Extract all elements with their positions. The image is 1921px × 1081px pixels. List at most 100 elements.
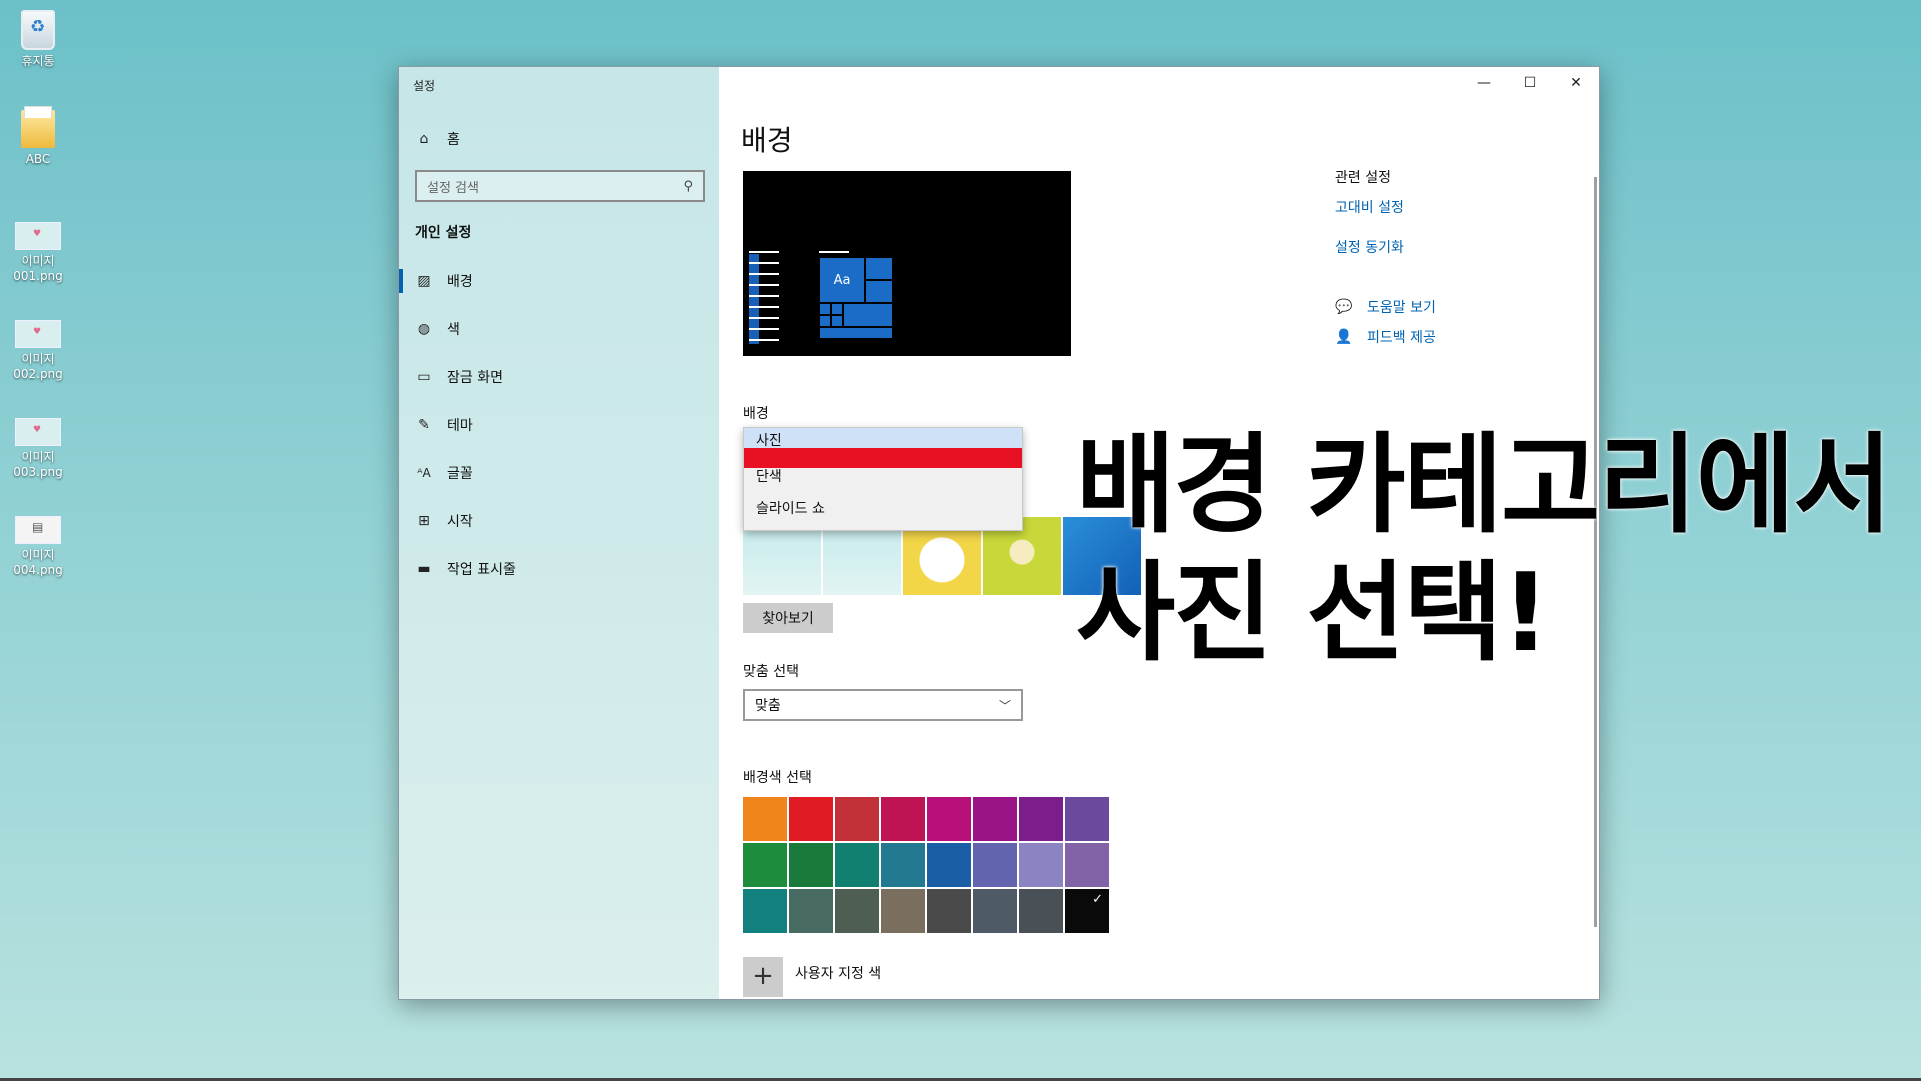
sidebar-item-label: 시작 (447, 514, 473, 530)
custom-color-button[interactable]: + 사용자 지정 색 (743, 957, 881, 997)
folder-icon (21, 106, 55, 148)
feedback-icon: 👤 (1335, 329, 1353, 345)
image-file-icon (15, 418, 61, 446)
desktop-icon-abc-folder[interactable]: ABC (0, 106, 76, 167)
color-swatch[interactable] (835, 797, 879, 841)
sync-settings-link[interactable]: 설정 동기화 (1335, 237, 1575, 257)
background-type-dropdown-menu[interactable]: 사진 단색 슬라이드 쇼 (743, 427, 1023, 531)
color-swatch[interactable] (835, 889, 879, 933)
desktop-icon-image-002[interactable]: 이미지 002.png (0, 320, 76, 382)
maximize-button[interactable]: ☐ (1507, 67, 1553, 99)
sidebar-item-start[interactable]: ⊞ 시작 (399, 497, 719, 545)
background-preview: Aa (743, 171, 1071, 356)
color-swatch[interactable] (1065, 889, 1109, 933)
color-swatch[interactable] (973, 797, 1017, 841)
sidebar: 설정 ⌂ 홈 설정 검색 ⚲ 개인 설정 ▨ 배경 ◍ 색 ▭ 잠금 화면 ✎ … (399, 67, 719, 999)
give-feedback-label: 피드백 제공 (1367, 330, 1436, 346)
preview-menu-lines (749, 251, 779, 350)
dropdown-option-slideshow[interactable]: 슬라이드 쇼 (744, 492, 1022, 524)
preview-tile (819, 327, 893, 339)
color-swatch[interactable] (1065, 843, 1109, 887)
sidebar-item-taskbar[interactable]: ▬ 작업 표시줄 (399, 545, 719, 593)
fit-select-value: 맞춤 (755, 698, 781, 714)
desktop-icon-label: 휴지통 (21, 54, 55, 68)
get-help-link[interactable]: 💬 도움말 보기 (1335, 297, 1575, 317)
home-icon: ⌂ (419, 131, 429, 147)
color-swatch[interactable] (881, 889, 925, 933)
font-icon: ᴬA (417, 466, 431, 480)
color-swatch[interactable] (789, 843, 833, 887)
minimize-button[interactable]: — (1461, 67, 1507, 99)
color-swatch[interactable] (789, 797, 833, 841)
color-swatch[interactable] (973, 843, 1017, 887)
color-swatch[interactable] (743, 843, 787, 887)
color-swatch[interactable] (927, 797, 971, 841)
help-chat-icon: 💬 (1335, 299, 1353, 315)
background-type-label: 배경 (743, 406, 769, 422)
high-contrast-link[interactable]: 고대비 설정 (1335, 197, 1575, 217)
start-grid-icon: ⊞ (418, 513, 430, 529)
desktop-icon-image-004[interactable]: 이미지 004.png (0, 516, 76, 578)
color-swatch[interactable] (973, 889, 1017, 933)
plus-icon: + (743, 957, 783, 997)
overlay-line-2: 사진 선택! (1076, 551, 1550, 676)
tutorial-overlay-caption: 배경 카테고리에서 사진 선택! (1076, 422, 1892, 678)
color-swatch[interactable] (1065, 797, 1109, 841)
color-swatch[interactable] (1019, 797, 1063, 841)
sidebar-home[interactable]: ⌂ 홈 (415, 129, 460, 149)
preview-tile (819, 303, 831, 315)
image-file-icon (15, 222, 61, 250)
search-icon[interactable]: ⚲ (683, 179, 693, 194)
sidebar-item-label: 글꼴 (447, 466, 473, 482)
caption-buttons: — ☐ ✕ (1461, 67, 1599, 99)
overlay-line-1: 배경 카테고리에서 (1076, 423, 1892, 548)
sidebar-item-themes[interactable]: ✎ 테마 (399, 401, 719, 449)
background-color-label: 배경색 선택 (743, 770, 812, 786)
sidebar-item-color[interactable]: ◍ 색 (399, 305, 719, 353)
image-file-icon (15, 516, 61, 544)
preview-tile (831, 315, 843, 327)
fit-label: 맞춤 선택 (743, 664, 799, 680)
image-icon: ▨ (417, 273, 431, 289)
sidebar-item-fonts[interactable]: ᴬA 글꼴 (399, 449, 719, 497)
color-swatch[interactable] (927, 843, 971, 887)
page-title: 배경 (741, 124, 793, 157)
preview-tile (865, 257, 893, 280)
desktop-icon-label: 이미지 002.png (13, 352, 63, 381)
related-settings: 관련 설정 고대비 설정 설정 동기화 💬 도움말 보기 👤 피드백 제공 (1335, 167, 1575, 357)
color-swatch[interactable] (789, 889, 833, 933)
color-swatch[interactable] (835, 843, 879, 887)
preview-tile-header (819, 251, 849, 253)
preview-tile (843, 303, 893, 327)
fit-select[interactable]: 맞춤 ﹀ (743, 689, 1023, 721)
color-swatch[interactable] (927, 889, 971, 933)
custom-color-label: 사용자 지정 색 (795, 966, 882, 982)
color-swatch[interactable] (1019, 889, 1063, 933)
desktop-icon-image-001[interactable]: 이미지 001.png (0, 222, 76, 284)
sidebar-item-label: 잠금 화면 (447, 370, 503, 386)
browse-button[interactable]: 찾아보기 (743, 603, 833, 633)
settings-search-input[interactable]: 설정 검색 ⚲ (415, 170, 705, 202)
desktop-icon-label: 이미지 003.png (13, 450, 63, 479)
sidebar-item-background[interactable]: ▨ 배경 (399, 257, 719, 305)
recycle-bin-icon (21, 10, 55, 50)
color-swatch[interactable] (1019, 843, 1063, 887)
color-swatch[interactable] (881, 797, 925, 841)
color-swatch[interactable] (881, 843, 925, 887)
desktop-icon-label: ABC (25, 152, 51, 166)
color-swatch[interactable] (743, 797, 787, 841)
sidebar-nav: ▨ 배경 ◍ 색 ▭ 잠금 화면 ✎ 테마 ᴬA 글꼴 ⊞ 시작 ▬ 작업 표시… (399, 257, 719, 593)
sidebar-item-lock-screen[interactable]: ▭ 잠금 화면 (399, 353, 719, 401)
sidebar-item-label: 색 (447, 322, 460, 338)
dropdown-option-solid-color[interactable]: 단색 (744, 460, 1022, 492)
sidebar-item-label: 테마 (447, 418, 473, 434)
desktop-icon-label: 이미지 004.png (13, 548, 63, 577)
color-swatch[interactable] (743, 889, 787, 933)
close-button[interactable]: ✕ (1553, 67, 1599, 99)
desktop-icon-recycle-bin[interactable]: 휴지통 (0, 10, 76, 69)
palette-icon: ◍ (417, 321, 431, 337)
taskbar-icon: ▬ (417, 561, 431, 577)
sidebar-group-title: 개인 설정 (415, 225, 472, 241)
desktop-icon-image-003[interactable]: 이미지 003.png (0, 418, 76, 480)
give-feedback-link[interactable]: 👤 피드백 제공 (1335, 327, 1575, 347)
